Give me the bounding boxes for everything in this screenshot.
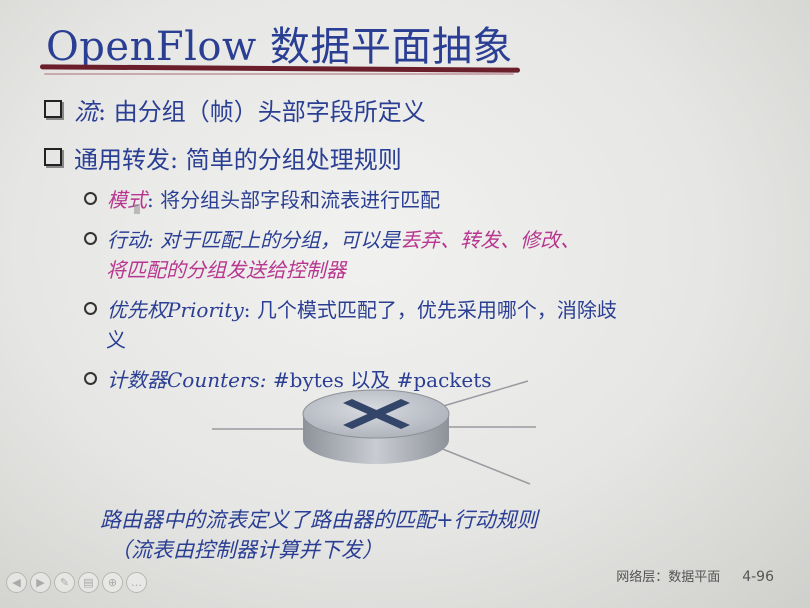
- link-upper-right: [439, 380, 529, 408]
- nav-menu-icon[interactable]: ▤: [78, 572, 99, 593]
- nav-zoom-icon[interactable]: ⊕: [102, 572, 123, 593]
- nav-more-icon[interactable]: …: [126, 572, 147, 593]
- caption-line1: 路由器中的流表定义了路由器的匹配+行动规则: [100, 508, 538, 532]
- nav-pen-icon[interactable]: ✎: [54, 572, 75, 593]
- link-lower-right: [439, 447, 531, 485]
- slide-footer: 网络层：数据平面 4-96: [616, 566, 774, 585]
- presentation-nav: ◀ ▶ ✎ ▤ ⊕ …: [6, 572, 147, 593]
- nav-next-icon[interactable]: ▶: [30, 572, 51, 593]
- page-number: 4-96: [742, 569, 774, 585]
- slide: OpenFlow 数据平面抽象 流: 由分组（帧）头部字段所定义 通用转发: 简…: [0, 0, 810, 608]
- nav-prev-icon[interactable]: ◀: [6, 572, 27, 593]
- mouse-cursor: [134, 204, 140, 214]
- footer-section: 网络层：数据平面: [616, 570, 721, 585]
- caption-line2: （流表由控制器计算并下发）: [110, 538, 383, 562]
